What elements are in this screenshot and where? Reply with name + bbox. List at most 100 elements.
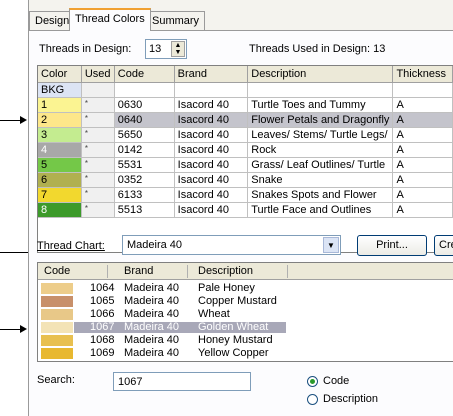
- thickness-cell: [392, 82, 453, 98]
- radio-description-label[interactable]: Description: [323, 393, 378, 405]
- list-code: 1065: [90, 295, 115, 307]
- table-row[interactable]: 8 * 5513 Isacord 40 Turtle Face and Outlines…: [38, 202, 453, 218]
- list-column-divider: [287, 265, 288, 278]
- thickness-cell: A: [392, 142, 453, 158]
- list-item[interactable]: 1067 Madeira 40 Golden Wheat: [38, 322, 453, 333]
- used-cell: *: [81, 172, 115, 188]
- radio-code-label[interactable]: Code: [323, 375, 349, 387]
- list-brand: Madeira 40: [124, 295, 180, 307]
- column-header-code[interactable]: Code: [114, 66, 175, 83]
- brand-cell: Isacord 40: [174, 157, 249, 173]
- annotation-arrowhead-1: [20, 116, 27, 124]
- brand-cell: Isacord 40: [174, 187, 249, 203]
- table-row[interactable]: 2 * 0640 Isacord 40 Flower Petals and Dragon…: [38, 112, 453, 128]
- list-item[interactable]: 1065 Madeira 40 Copper Mustard: [38, 296, 453, 307]
- description-cell: Turtle Face and Outlines: [247, 202, 394, 218]
- code-cell: 5531: [114, 157, 175, 173]
- thread-color-swatch: 3: [38, 127, 82, 143]
- list-code: 1064: [90, 282, 115, 294]
- thickness-cell: A: [392, 172, 453, 188]
- list-description: Copper Mustard: [198, 295, 277, 307]
- table-row[interactable]: BKG: [38, 82, 453, 98]
- table-header-row: Color Used Code Brand Description Thickn…: [38, 66, 453, 83]
- list-item[interactable]: 1064 Madeira 40 Pale Honey: [38, 283, 453, 294]
- list-column-divider: [187, 265, 188, 278]
- list-brand: Madeira 40: [124, 334, 180, 346]
- thread-swatch: [41, 283, 73, 294]
- list-column-brand[interactable]: Brand: [124, 265, 153, 277]
- used-cell: *: [81, 202, 115, 218]
- brand-cell: Isacord 40: [174, 112, 249, 128]
- threads-used-label: Threads Used in Design: 13: [249, 43, 386, 55]
- used-cell: [81, 82, 115, 98]
- table-row[interactable]: 4 * 0142 Isacord 40 Rock A: [38, 142, 453, 158]
- table-row[interactable]: 6 * 0352 Isacord 40 Snake A: [38, 172, 453, 188]
- brand-cell: Isacord 40: [174, 97, 249, 113]
- column-header-brand[interactable]: Brand: [174, 66, 249, 83]
- thickness-cell: A: [392, 187, 453, 203]
- spinner-arrows-icon[interactable]: ▲ ▼: [171, 41, 185, 57]
- used-cell: *: [81, 157, 115, 173]
- thread-color-swatch: BKG: [38, 82, 82, 98]
- list-column-description[interactable]: Description: [198, 265, 253, 277]
- description-cell: Rock: [247, 142, 394, 158]
- thread-chart-list: Code Brand Description 1064 Madeira 40 Pal…: [37, 262, 453, 362]
- list-item[interactable]: 1066 Madeira 40 Wheat: [38, 309, 453, 320]
- code-cell: 0352: [114, 172, 175, 188]
- description-cell: Snake: [247, 172, 394, 188]
- description-cell: Turtle Toes and Tummy: [247, 97, 394, 113]
- thread-color-swatch: 5: [38, 157, 82, 173]
- list-brand: Madeira 40: [124, 347, 180, 359]
- thickness-cell: A: [392, 202, 453, 218]
- brand-cell: [174, 82, 249, 98]
- code-cell: 0630: [114, 97, 175, 113]
- code-cell: 5513: [114, 202, 175, 218]
- thread-chart-value: Madeira 40: [127, 239, 183, 251]
- description-cell: Flower Petals and Dragonfly: [247, 112, 394, 128]
- tab-thread-colors[interactable]: Thread Colors: [69, 8, 151, 31]
- column-header-color[interactable]: Color: [38, 66, 82, 83]
- list-code: 1066: [90, 308, 115, 320]
- list-description: Pale Honey: [198, 282, 255, 294]
- thread-chart-label: Thread Chart:: [37, 240, 105, 252]
- description-cell: [247, 82, 394, 98]
- print-button[interactable]: Print...: [357, 235, 427, 256]
- radio-description[interactable]: [307, 394, 318, 405]
- list-column-code[interactable]: Code: [44, 265, 70, 277]
- description-cell: Grass/ Leaf Outlines/ Turtle: [247, 157, 394, 173]
- description-cell: Leaves/ Stems/ Turtle Legs/: [247, 127, 394, 143]
- thread-color-swatch: 6: [38, 172, 82, 188]
- chevron-down-icon[interactable]: ▼: [323, 237, 339, 253]
- threads-in-design-spinner[interactable]: 13 ▲ ▼: [145, 39, 187, 59]
- tab-summary[interactable]: Summary: [146, 11, 206, 30]
- annotation-arrowhead-3: [20, 325, 27, 333]
- radio-code[interactable]: [307, 376, 318, 387]
- used-cell: *: [81, 112, 115, 128]
- table-row[interactable]: 1 * 0630 Isacord 40 Turtle Toes and Tummy A: [38, 97, 453, 113]
- code-cell: 5650: [114, 127, 175, 143]
- threads-in-design-label: Threads in Design:: [39, 43, 132, 55]
- used-cell: *: [81, 127, 115, 143]
- create-modify-button[interactable]: Create/Mo: [434, 235, 453, 256]
- list-item[interactable]: 1069 Madeira 40 Yellow Copper: [38, 348, 453, 359]
- thickness-cell: A: [392, 97, 453, 113]
- threads-in-design-value: 13: [149, 43, 162, 55]
- column-header-description[interactable]: Description: [247, 66, 394, 83]
- design-threads-table: Color Used Code Brand Description Thickn…: [37, 65, 453, 253]
- column-header-thickness[interactable]: Thickness: [392, 66, 453, 83]
- column-header-used[interactable]: Used: [81, 66, 115, 83]
- thickness-cell: A: [392, 127, 453, 143]
- table-row[interactable]: 5 * 5531 Isacord 40 Grass/ Leaf Outlines/ Tu…: [38, 157, 453, 173]
- search-value: 1067: [118, 376, 143, 388]
- thread-chart-dropdown[interactable]: Madeira 40 ▼: [122, 235, 341, 255]
- search-input[interactable]: 1067: [113, 372, 251, 391]
- list-item[interactable]: 1068 Madeira 40 Honey Mustard: [38, 335, 453, 346]
- list-description: Honey Mustard: [198, 334, 273, 346]
- code-cell: 0640: [114, 112, 175, 128]
- table-row[interactable]: 7 * 6133 Isacord 40 Snakes Spots and Flower A: [38, 187, 453, 203]
- search-label: Search:: [37, 374, 75, 386]
- thread-color-swatch: 1: [38, 97, 82, 113]
- description-cell: Snakes Spots and Flower: [247, 187, 394, 203]
- table-row[interactable]: 3 * 5650 Isacord 40 Leaves/ Stems/ Turtle Le…: [38, 127, 453, 143]
- tab-content: Threads in Design: 13 ▲ ▼ Threads Used in…: [29, 31, 453, 416]
